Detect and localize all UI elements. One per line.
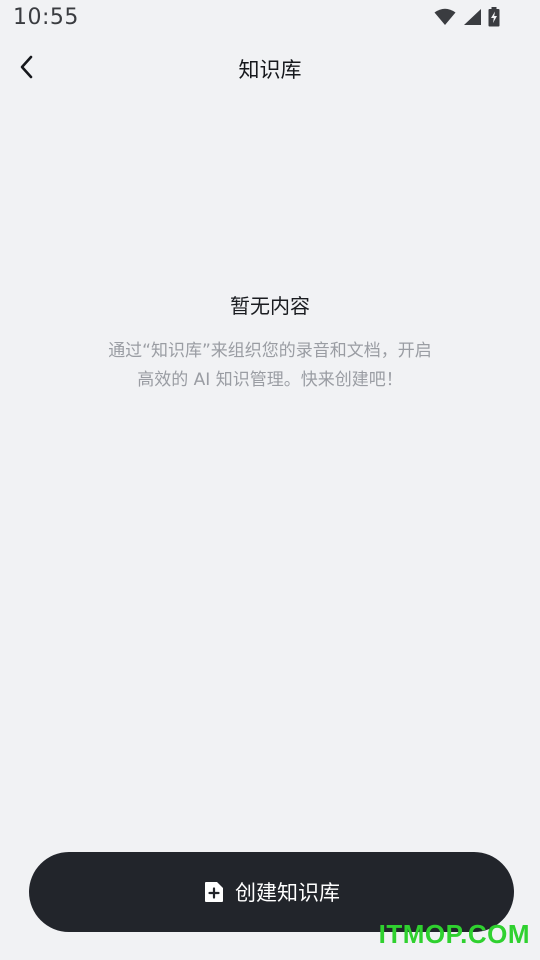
- header: 知识库: [0, 44, 540, 96]
- status-icons: [434, 7, 500, 27]
- create-button-label: 创建知识库: [235, 881, 340, 905]
- empty-state: 暂无内容 通过“知识库”来组织您的录音和文档，开启高效的 AI 知识管理。快来创…: [0, 290, 540, 395]
- page-title: 知识库: [238, 58, 302, 82]
- status-bar: 10:55: [0, 0, 540, 36]
- signal-icon: [462, 8, 482, 26]
- status-time: 10:55: [13, 5, 79, 30]
- add-file-icon: [203, 881, 225, 903]
- watermark: ITMOP.COM: [378, 919, 530, 949]
- empty-state-description: 通过“知识库”来组织您的录音和文档，开启高效的 AI 知识管理。快来创建吧！: [108, 341, 432, 390]
- empty-state-title: 暂无内容: [230, 294, 310, 318]
- battery-charging-icon: [488, 7, 500, 27]
- wifi-icon: [434, 8, 456, 26]
